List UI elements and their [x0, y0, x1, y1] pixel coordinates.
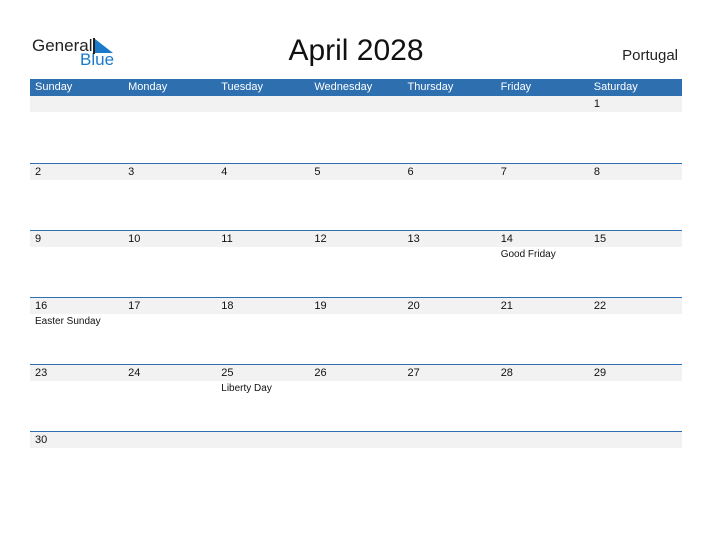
day-cell: [216, 432, 309, 498]
day-number: 12: [314, 233, 327, 245]
day-number: 8: [593, 166, 600, 178]
day-cell: 27: [403, 365, 496, 431]
weekday-header: Sunday Monday Tuesday Wednesday Thursday…: [30, 79, 682, 96]
day-cell: [309, 432, 402, 498]
day-number: 27: [407, 367, 420, 379]
weekday-tuesday: Tuesday: [221, 81, 264, 93]
day-cell: [589, 432, 682, 498]
day-number: 25: [221, 367, 234, 379]
day-cell: 20: [403, 298, 496, 364]
calendar-grid: Sunday Monday Tuesday Wednesday Thursday…: [30, 79, 682, 498]
day-cell: 28: [496, 365, 589, 431]
day-cell: [123, 432, 216, 498]
day-cell: 4: [216, 164, 309, 230]
day-cell: [309, 96, 402, 163]
day-number: 11: [221, 233, 233, 245]
day-number: 19: [314, 300, 327, 312]
day-number: 20: [407, 300, 420, 312]
day-number: 14: [500, 233, 513, 245]
day-cell: 6: [403, 164, 496, 230]
day-number: 24: [128, 367, 141, 379]
day-cell: 23: [30, 365, 123, 431]
day-number: 6: [407, 166, 414, 178]
holiday-label: Good Friday: [500, 249, 556, 260]
day-cell: 26: [309, 365, 402, 431]
country-label: Portugal: [622, 47, 678, 64]
day-number: 30: [35, 434, 48, 446]
day-cell: [496, 432, 589, 498]
day-number: 10: [128, 233, 141, 245]
day-cell: 11: [216, 231, 309, 297]
day-number: 28: [500, 367, 513, 379]
day-cell: 8: [589, 164, 682, 230]
page-title: April 2028: [288, 34, 424, 67]
day-cell: [30, 96, 123, 163]
day-cell: [496, 96, 589, 163]
day-cell: 16 Easter Sunday: [30, 298, 123, 364]
day-cell: 7: [496, 164, 589, 230]
day-cell: 22: [589, 298, 682, 364]
day-number: 9: [35, 233, 42, 245]
day-cell: 9: [30, 231, 123, 297]
weekday-sunday: Sunday: [35, 81, 73, 93]
day-number: 13: [407, 233, 420, 245]
day-number: 21: [500, 300, 513, 312]
holiday-label: Liberty Day: [221, 383, 272, 394]
day-number: 26: [314, 367, 327, 379]
day-cell: 10: [123, 231, 216, 297]
day-cell: 1: [589, 96, 682, 163]
holiday-label: Easter Sunday: [35, 316, 101, 327]
day-number: 7: [500, 166, 507, 178]
day-cell: 5: [309, 164, 402, 230]
week-row: 16 Easter Sunday 17 18 19 20 21 22: [30, 297, 682, 364]
day-cell: [403, 432, 496, 498]
day-number: 23: [35, 367, 48, 379]
day-cell: 15: [589, 231, 682, 297]
weekday-saturday: Saturday: [593, 81, 638, 93]
day-cell: 25 Liberty Day: [216, 365, 309, 431]
week-row: 30: [30, 431, 682, 498]
weekday-thursday: Thursday: [407, 81, 454, 93]
weekday-wednesday: Wednesday: [314, 81, 373, 93]
day-number: 29: [593, 367, 607, 379]
day-number: 15: [593, 233, 607, 245]
day-cell: 24: [123, 365, 216, 431]
day-cell: [123, 96, 216, 163]
weekday-friday: Friday: [500, 81, 532, 93]
day-cell: 3: [123, 164, 216, 230]
day-number: 5: [314, 166, 321, 178]
week-row: 9 10 11 12 13 14 Good Friday 15: [30, 230, 682, 297]
day-number: 18: [221, 300, 234, 312]
day-cell: 14 Good Friday: [496, 231, 589, 297]
day-cell: 2: [30, 164, 123, 230]
day-cell: 30: [30, 432, 123, 498]
day-cell: 19: [309, 298, 402, 364]
day-number: 1: [593, 98, 600, 110]
day-cell: 12: [309, 231, 402, 297]
day-number: 3: [128, 166, 135, 178]
day-number: 16: [35, 300, 48, 312]
day-number: 17: [128, 300, 141, 312]
day-number: 22: [593, 300, 607, 312]
day-cell: 13: [403, 231, 496, 297]
week-row: 23 24 25 Liberty Day 26 27 28 29: [30, 364, 682, 431]
day-cell: 29: [589, 365, 682, 431]
week-row: 2 3 4 5 6 7 8: [30, 163, 682, 230]
weekday-monday: Monday: [128, 81, 168, 93]
day-cell: 21: [496, 298, 589, 364]
week-row: 1: [30, 96, 682, 163]
day-cell: [403, 96, 496, 163]
day-cell: [216, 96, 309, 163]
day-number: 4: [221, 166, 228, 178]
day-number: 2: [35, 166, 42, 178]
day-cell: 18: [216, 298, 309, 364]
day-cell: 17: [123, 298, 216, 364]
